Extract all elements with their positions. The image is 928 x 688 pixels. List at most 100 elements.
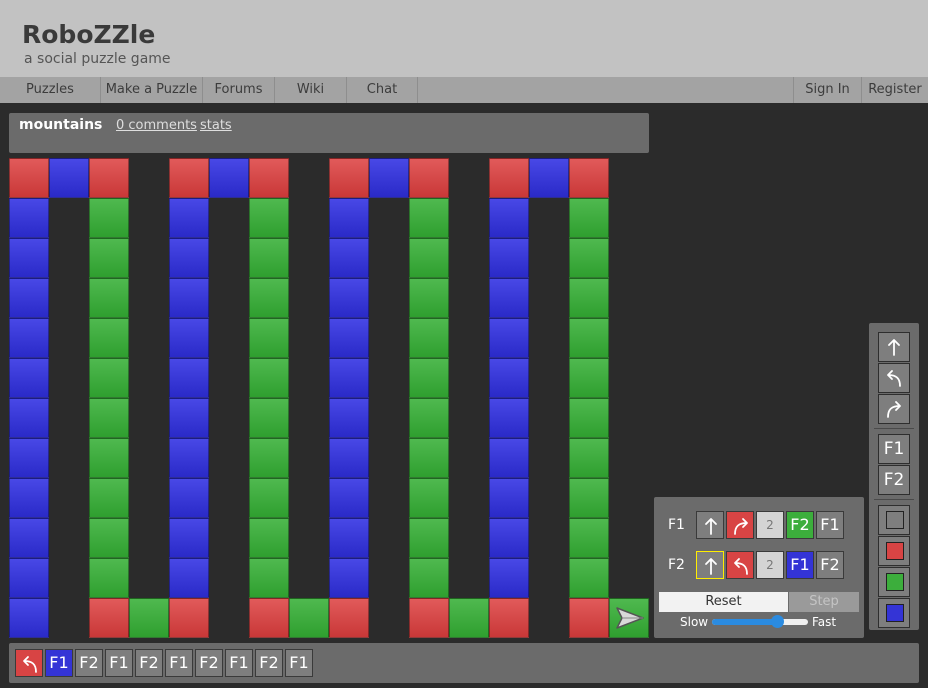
program-slot-f1-1[interactable] <box>696 511 724 539</box>
board-cell-green <box>89 278 129 318</box>
function-label-f2: F2 <box>668 557 685 573</box>
board-cell-green <box>129 598 169 638</box>
board-cell-red <box>89 598 129 638</box>
nav-wiki[interactable]: Wiki <box>275 77 347 103</box>
program-slot-f2-3[interactable]: 2 <box>756 551 784 579</box>
board-cell-green <box>569 238 609 278</box>
palette-color-red-button[interactable] <box>878 536 910 566</box>
board-cell-green <box>569 558 609 598</box>
board-cell-blue <box>9 438 49 478</box>
board-cell-green <box>249 558 289 598</box>
execution-stack: F1 F2 F1 F2 F1 F2 F1 F2 F1 <box>9 643 919 683</box>
step-button[interactable]: Step <box>789 592 859 612</box>
board-cell-blue <box>489 358 529 398</box>
board-cell-green <box>89 518 129 558</box>
board-cell-green <box>569 278 609 318</box>
program-slot-f2-5[interactable]: F2 <box>816 551 844 579</box>
nav-chat[interactable]: Chat <box>347 77 418 103</box>
color-swatch-red <box>886 542 904 560</box>
palette-color-green-button[interactable] <box>878 567 910 597</box>
board-cell-red <box>249 158 289 198</box>
program-slot-f1-5[interactable]: F1 <box>816 511 844 539</box>
board-cell-green <box>569 358 609 398</box>
board-cell-blue <box>329 438 369 478</box>
board-cell-blue <box>169 198 209 238</box>
board-cell-green <box>89 438 129 478</box>
board-cell-blue <box>529 158 569 198</box>
program-slot-f2-2[interactable] <box>726 551 754 579</box>
board-cell-green <box>289 598 329 638</box>
board-cell-green <box>569 398 609 438</box>
function-label-f1: F1 <box>668 517 685 533</box>
speed-slider-thumb[interactable] <box>771 615 785 628</box>
board-cell-green <box>249 238 289 278</box>
stack-item <box>15 649 43 677</box>
palette-turn-left-button[interactable] <box>878 363 910 393</box>
board-cell-green <box>89 478 129 518</box>
board-cell-blue <box>9 358 49 398</box>
board-cell-green <box>409 358 449 398</box>
comments-link[interactable]: 0 comments <box>116 118 197 133</box>
site-header: RoboZZle a social puzzle game <box>0 0 928 77</box>
board-cell-green <box>569 478 609 518</box>
board-cell-blue <box>329 518 369 558</box>
board-cell-blue <box>329 478 369 518</box>
nav-puzzles[interactable]: Puzzles <box>0 77 101 103</box>
turn-left-icon <box>734 558 748 575</box>
stack-item: F1 <box>45 649 73 677</box>
stack-item: F2 <box>135 649 163 677</box>
nav-make-a-puzzle[interactable]: Make a Puzzle <box>101 77 203 103</box>
board-cell-blue <box>169 358 209 398</box>
palette-f2-button[interactable]: F2 <box>878 465 910 495</box>
board-cell-red <box>9 158 49 198</box>
board-cell-red <box>489 158 529 198</box>
turn-left-icon <box>23 656 37 673</box>
nav-register[interactable]: Register <box>861 77 928 103</box>
board-cell-red <box>409 158 449 198</box>
palette-color-blue-button[interactable] <box>878 598 910 628</box>
program-slot-f2-4[interactable]: F1 <box>786 551 814 579</box>
board-cell-red <box>409 598 449 638</box>
speed-slider[interactable] <box>712 615 808 628</box>
board-cell-red <box>329 598 369 638</box>
board-cell-blue <box>169 438 209 478</box>
board-cell-green <box>249 398 289 438</box>
forward-arrow-icon <box>705 558 717 575</box>
nav-sign-in[interactable]: Sign In <box>793 77 861 103</box>
board-cell-blue <box>9 238 49 278</box>
board-cell-green <box>569 318 609 358</box>
site-logo[interactable]: RoboZZle <box>22 20 155 49</box>
board-cell-blue <box>329 198 369 238</box>
stats-link[interactable]: stats <box>200 118 232 133</box>
board-cell-blue <box>169 518 209 558</box>
board-cell-blue <box>9 558 49 598</box>
board-cell-blue <box>9 318 49 358</box>
forward-arrow-icon <box>705 518 717 535</box>
stack-item: F1 <box>165 649 193 677</box>
palette-f1-button[interactable]: F1 <box>878 434 910 464</box>
stack-item: F2 <box>255 649 283 677</box>
palette-forward-button[interactable] <box>878 332 910 362</box>
nav-forums[interactable]: Forums <box>203 77 275 103</box>
board-cell-red <box>569 158 609 198</box>
board-cell-red <box>569 598 609 638</box>
speed-slow-label: Slow <box>680 615 709 629</box>
program-slot-f1-3[interactable]: 2 <box>756 511 784 539</box>
program-slot-f1-2[interactable] <box>726 511 754 539</box>
palette-color-gray-button[interactable] <box>878 505 910 535</box>
nav-bar: Puzzles Make a Puzzle Forums Wiki Chat S… <box>0 77 928 103</box>
program-slot-f1-4[interactable]: F2 <box>786 511 814 539</box>
palette-turn-right-button[interactable] <box>878 394 910 424</box>
program-panel: F1 F2 2 F2 F1 2 F1 F2 Reset Step Slow Fast <box>654 497 864 638</box>
site-tagline: a social puzzle game <box>24 51 171 67</box>
program-slot-f2-1[interactable] <box>696 551 724 579</box>
reset-button[interactable]: Reset <box>659 592 788 612</box>
board-cell-green <box>89 398 129 438</box>
board-cell-green <box>449 598 489 638</box>
board-cell-blue <box>489 558 529 598</box>
board-cell-blue <box>329 358 369 398</box>
board-cell-blue <box>329 278 369 318</box>
board-cell-blue <box>489 478 529 518</box>
board-cell-blue <box>369 158 409 198</box>
board-cell-red <box>329 158 369 198</box>
